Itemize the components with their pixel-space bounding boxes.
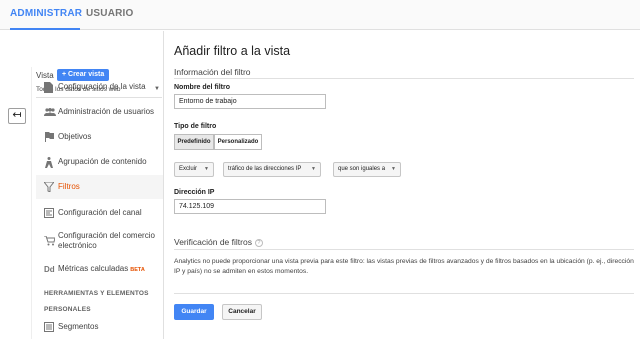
beta-badge: BETA (130, 266, 145, 273)
top-tab-bar: ADMINISTRAR USUARIO (0, 0, 640, 30)
channel-icon (36, 208, 58, 218)
verification-heading-text: Verificación de filtros (174, 237, 252, 247)
section-heading-personal: PERSONALES (44, 306, 91, 313)
sidebar: ↤ Vista + Crear vista Todos los datos de… (0, 31, 164, 339)
filter-icon (36, 182, 58, 192)
divider (174, 293, 634, 294)
filter-name-label: Nombre del filtro (174, 84, 231, 91)
save-button[interactable]: Guardar (174, 304, 214, 320)
sidebar-item-channel-settings[interactable]: Configuración del canal (36, 201, 163, 225)
chevron-down-icon: ▼ (391, 166, 396, 172)
dd-icon: Dd (44, 264, 55, 274)
filter-name-input[interactable]: Entorno de trabajo (174, 94, 326, 109)
exclude-dropdown-value: Excluir (179, 166, 198, 172)
chevron-down-icon: ▼ (311, 166, 316, 172)
document-icon (36, 81, 58, 93)
sidebar-item-label: Agrupación de contenido (58, 157, 147, 166)
sidebar-item-ecommerce-settings[interactable]: Configuración del comercio electrónico (36, 227, 163, 255)
divider (174, 249, 634, 250)
filter-type-predefined-button[interactable]: Predefinido (174, 134, 214, 150)
segments-icon (36, 322, 58, 332)
sidebar-item-goals[interactable]: Objetivos (36, 125, 163, 149)
condition-dropdown-value: que son iguales a (338, 166, 386, 172)
sidebar-item-calculated-metrics[interactable]: Dd Métricas calculadas BETA (36, 257, 163, 281)
ip-address-label: Dirección IP (174, 189, 215, 196)
filter-info-heading: Información del filtro (174, 67, 251, 77)
verification-heading: Verificación de filtros? (174, 237, 263, 247)
flag-icon (36, 132, 58, 142)
source-dropdown-value: tráfico de las direcciones IP (228, 166, 302, 172)
sidebar-item-filters[interactable]: Filtros (36, 175, 163, 199)
sidebar-item-label: Métricas calculadas (58, 263, 129, 273)
sidebar-item-label: Objetivos (58, 132, 92, 141)
tab-usuario[interactable]: USUARIO (86, 0, 133, 30)
back-arrow-icon[interactable]: ↤ (8, 108, 26, 124)
sidebar-item-label: Filtros (58, 182, 80, 191)
sidebar-item-label: Configuración de la vista (58, 82, 146, 91)
help-icon[interactable]: ? (254, 239, 263, 247)
people-icon (36, 108, 58, 116)
ip-address-input[interactable]: 74.125.109 (174, 199, 326, 214)
cancel-button[interactable]: Cancelar (222, 304, 262, 320)
verification-message: Analytics no puede proporcionar una vist… (174, 258, 634, 275)
sidebar-item-label: Administración de usuarios (58, 107, 155, 116)
main-panel: Añadir filtro a la vista Información del… (165, 31, 640, 339)
exclude-dropdown[interactable]: Excluir ▼ (174, 162, 214, 177)
page-title: Añadir filtro a la vista (174, 44, 291, 58)
sidebar-item-label: Segmentos (58, 322, 99, 331)
sidebar-item-label: Configuración del canal (58, 208, 142, 217)
filter-type-custom-button[interactable]: Personalizado (214, 134, 262, 150)
source-dropdown[interactable]: tráfico de las direcciones IP ▼ (223, 162, 321, 177)
cart-icon (36, 236, 58, 246)
divider (174, 78, 634, 79)
condition-dropdown[interactable]: que son iguales a ▼ (333, 162, 401, 177)
sidebar-item-view-settings[interactable]: Configuración de la vista (36, 75, 163, 99)
section-heading-tools: HERRAMIENTAS Y ELEMENTOS (44, 290, 149, 297)
filter-type-label: Tipo de filtro (174, 123, 217, 130)
sidebar-item-label: Configuración del comercio electrónico (58, 231, 155, 250)
sidebar-item-segments[interactable]: Segmentos (36, 315, 163, 339)
tab-administrar[interactable]: ADMINISTRAR (10, 0, 82, 30)
chevron-down-icon: ▼ (204, 166, 209, 172)
sidebar-item-content-grouping[interactable]: Agrupación de contenido (36, 150, 163, 174)
sidebar-item-user-management[interactable]: Administración de usuarios (36, 100, 163, 124)
person-walking-icon (36, 156, 58, 168)
